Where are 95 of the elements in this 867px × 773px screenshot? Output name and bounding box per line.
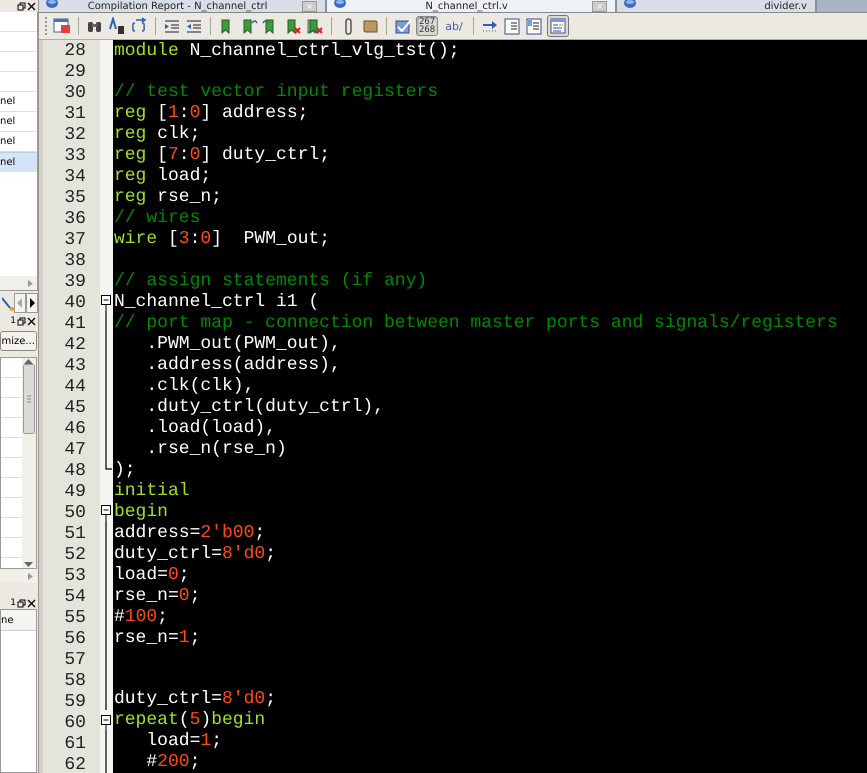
line-number: 55 [63, 608, 87, 629]
text-button[interactable]: ab/ [442, 20, 466, 32]
code-line: reg [7:0] duty_ctrl; [112, 145, 332, 166]
scroll-right-icon[interactable] [26, 293, 38, 313]
line-number: 35 [63, 188, 87, 209]
code-line: reg load; [112, 166, 212, 188]
code-line: load=1; [145, 731, 223, 752]
code-line: module N_channel_ctrl_vlg_tst(); [112, 41, 461, 62]
line-numbers-button[interactable]: 267 268 [416, 16, 438, 36]
code-line: // wires [112, 208, 202, 230]
code-line: rse_n=1; [112, 628, 202, 648]
restore-icon[interactable] [16, 598, 26, 608]
line-number: 52 [63, 545, 87, 566]
checkbox-icon[interactable] [394, 17, 412, 35]
code-line: wire [3:0] PWM_out; [112, 229, 332, 250]
code-line: .load(load), [145, 418, 277, 438]
code-line: .clk(clk), [145, 376, 256, 396]
line-number: 29 [63, 62, 87, 83]
code-line: // assign statements (if any) [112, 270, 428, 292]
code-line: N_channel_ctrl i1 ( [112, 292, 320, 312]
page-number-icon[interactable] [524, 17, 543, 35]
line-number: 32 [63, 125, 87, 146]
line-number: 37 [63, 230, 87, 251]
page-lines-icon[interactable] [502, 17, 521, 35]
code-line: reg clk; [112, 124, 202, 146]
close-icon[interactable] [26, 316, 36, 326]
line-number: 39 [63, 272, 87, 293]
code-line: ); [112, 460, 137, 480]
line-number: 30 [63, 83, 87, 104]
line-number: 53 [63, 566, 87, 587]
line-number: 36 [63, 209, 87, 230]
line-number: 42 [63, 335, 87, 356]
line-number: 38 [63, 251, 87, 272]
restore-icon[interactable] [16, 316, 26, 326]
list-item[interactable]: nel [0, 96, 16, 107]
line-number: 47 [63, 440, 87, 461]
gem-icon [622, 0, 637, 10]
line-number: 56 [63, 629, 87, 650]
window-icon[interactable] [52, 17, 71, 35]
gem-icon [44, 0, 59, 10]
editor-tab[interactable]: N_channel_ctrl.v × [326, 0, 617, 12]
line-number: 49 [63, 482, 87, 503]
line-number: 61 [63, 734, 87, 755]
code-line: #100; [112, 606, 169, 628]
line-number: 58 [63, 671, 87, 692]
code-line: rse_n=0; [112, 586, 202, 606]
line-number: 48 [63, 461, 87, 482]
line-number: 33 [63, 146, 87, 167]
editor-tab[interactable]: Compilation Report - N_channel_ctrl × [38, 0, 327, 12]
code-line: .PWM_out(PWM_out), [145, 334, 342, 354]
code-line: .rse_n(rse_n) [145, 438, 288, 460]
panel-title: 1 [10, 598, 16, 608]
code-line: duty_ctrl=8'd0; [112, 689, 278, 710]
code-line: .duty_ctrl(duty_ctrl), [145, 396, 385, 418]
line-number: 44 [63, 377, 87, 398]
code-line: // test vector input registers [112, 82, 440, 104]
code-line: // port map - connection between master ports and signals/registers [112, 312, 839, 334]
line-number: 57 [63, 650, 87, 671]
list-item[interactable]: nel [0, 136, 16, 147]
code-line: load=0; [112, 564, 191, 586]
layout-icon[interactable] [548, 17, 567, 35]
line-number: 51 [63, 524, 87, 545]
line-number: 45 [63, 398, 87, 419]
gem-icon [332, 0, 347, 10]
code-line: reg [1:0] address; [112, 103, 310, 124]
line-number: 34 [63, 167, 87, 188]
column-header[interactable]: ne [1, 614, 14, 626]
line-number: 62 [63, 755, 87, 773]
close-icon[interactable] [26, 2, 36, 10]
line-number: 50 [63, 503, 87, 524]
line-number: 54 [63, 587, 87, 608]
list-item[interactable]: nel [0, 116, 16, 127]
line-number: 28 [63, 41, 87, 62]
line-number: 60 [63, 713, 87, 734]
line-number: 43 [63, 356, 87, 377]
code-line: duty_ctrl=8'd0; [112, 544, 278, 564]
line-number: 31 [63, 104, 87, 125]
line-number: 59 [63, 692, 87, 713]
code-line: initial [112, 480, 191, 502]
code-line: reg rse_n; [112, 187, 223, 208]
code-line: repeat(5)begin [112, 710, 266, 731]
scrollbar-thumb[interactable] [22, 364, 35, 434]
line-number: 46 [63, 419, 87, 440]
panel-title: 1 [10, 316, 16, 326]
code-line: begin [112, 502, 169, 522]
line-number: 40 [63, 293, 87, 314]
restore-icon[interactable] [16, 2, 26, 10]
bookmarks-delete-icon[interactable] [306, 17, 324, 35]
customize-button[interactable]: mize... [0, 331, 37, 351]
line-number: 41 [63, 314, 87, 335]
editor-tab[interactable]: divider.v [616, 0, 817, 12]
code-line: #200; [145, 752, 202, 773]
code-line: .address(address), [145, 354, 342, 376]
code-line: address=2'b00; [112, 522, 266, 544]
close-icon[interactable] [26, 598, 36, 608]
